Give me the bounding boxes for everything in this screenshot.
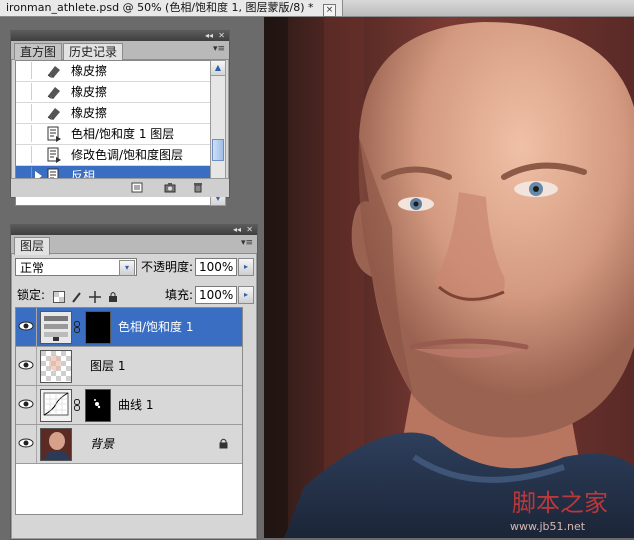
close-panel-icon[interactable]: ✕ <box>218 31 225 41</box>
mask-link-chain-icon[interactable] <box>73 321 81 333</box>
opacity-label: 不透明度: <box>141 260 194 274</box>
new-document-from-state-icon[interactable] <box>131 182 143 193</box>
blend-mode-select[interactable]: 正常 ▾ <box>15 258 137 276</box>
fill-slider-arrow-icon[interactable]: ▸ <box>238 286 254 304</box>
history-item[interactable]: 橡皮擦 <box>16 103 212 124</box>
history-item[interactable]: 修改色调/饱和度图层 <box>16 145 212 166</box>
lock-position-move-icon[interactable] <box>89 291 101 303</box>
eraser-icon <box>46 84 62 100</box>
layer-thumbnail[interactable] <box>40 350 72 383</box>
history-item[interactable]: 橡皮擦 <box>16 82 212 103</box>
tab-layers[interactable]: 图层 <box>14 237 51 255</box>
lock-image-brush-icon[interactable] <box>71 291 83 303</box>
layers-list: 色相/饱和度 1 图层 1 曲线 1 背景 <box>15 307 243 515</box>
history-snapshot-source-cell[interactable] <box>17 83 32 100</box>
svg-text:www.jb51.net: www.jb51.net <box>510 520 586 533</box>
close-panel-icon[interactable]: ✕ <box>246 225 253 235</box>
document-canvas[interactable]: 脚本之家 www.jb51.net <box>264 17 634 538</box>
visibility-eye-icon[interactable] <box>18 356 34 374</box>
history-item[interactable]: 色相/饱和度 1 图层 <box>16 124 212 145</box>
trash-icon[interactable] <box>192 182 204 193</box>
history-panel: ◂◂ ✕ 直方图 历史记录 ▾≡ 橡皮擦 橡皮擦 橡皮擦 色相/饱和度 1 图层 修改色… <box>10 30 230 206</box>
layer-thumbnail[interactable] <box>40 311 72 344</box>
layers-panel: ◂◂ ✕ 图层 ▾≡ 正常 ▾ 不透明度: 100% ▸ 锁定: 填充: 100… <box>10 224 258 540</box>
collapse-panel-icon[interactable]: ◂◂ <box>233 225 241 235</box>
panel-menu-icon[interactable]: ▾≡ <box>213 44 225 54</box>
history-item-label: 橡皮擦 <box>71 64 108 78</box>
snapshot-camera-icon[interactable] <box>164 182 176 193</box>
lock-transparent-icon[interactable] <box>53 291 65 303</box>
layer-name[interactable]: 曲线 1 <box>118 386 153 424</box>
history-footer <box>11 178 229 197</box>
svg-text:脚本之家: 脚本之家 <box>512 489 608 517</box>
scroll-thumb[interactable] <box>212 139 224 161</box>
lock-label: 锁定: <box>17 288 46 302</box>
layer-name[interactable]: 背景 <box>90 425 114 463</box>
chevron-down-icon[interactable]: ▾ <box>119 260 135 276</box>
visibility-eye-icon[interactable] <box>18 434 34 452</box>
layer-row[interactable]: 背景 <box>16 425 242 464</box>
history-item[interactable]: 橡皮擦 <box>16 61 212 82</box>
adjustment-history-icon <box>46 147 62 163</box>
history-panel-tabs: 直方图 历史记录 ▾≡ <box>11 41 229 61</box>
fill-input[interactable]: 100% <box>195 286 237 304</box>
layer-thumbnail[interactable] <box>40 389 72 422</box>
layer-row[interactable]: 色相/饱和度 1 <box>16 308 242 347</box>
layer-mask-thumbnail[interactable] <box>85 311 111 344</box>
lock-all-icon[interactable] <box>107 291 119 303</box>
visibility-eye-icon[interactable] <box>18 317 34 335</box>
opacity-input[interactable]: 100% <box>195 258 237 276</box>
layer-row-divider <box>36 347 37 385</box>
layer-name[interactable]: 色相/饱和度 1 <box>118 308 194 346</box>
history-item-label: 色相/饱和度 1 图层 <box>71 127 175 141</box>
mask-link-chain-icon[interactable] <box>73 399 81 411</box>
opacity-slider-arrow-icon[interactable]: ▸ <box>238 258 254 276</box>
portrait-photo: 脚本之家 www.jb51.net <box>264 17 634 538</box>
history-item-label: 橡皮擦 <box>71 85 108 99</box>
layer-lock-icon <box>219 438 228 449</box>
layer-name[interactable]: 图层 1 <box>90 347 125 385</box>
eraser-icon <box>46 63 62 79</box>
blend-mode-value: 正常 <box>20 261 45 275</box>
history-snapshot-source-cell[interactable] <box>17 104 32 121</box>
adjustment-history-icon <box>46 126 62 142</box>
history-item-label: 修改色调/饱和度图层 <box>71 148 184 162</box>
layer-thumbnail[interactable] <box>40 428 72 461</box>
scroll-up-icon[interactable]: ▲ <box>211 61 225 76</box>
visibility-eye-icon[interactable] <box>18 395 34 413</box>
layer-row[interactable]: 图层 1 <box>16 347 242 386</box>
eraser-icon <box>46 105 62 121</box>
layers-panel-titlebar[interactable]: ◂◂ ✕ <box>11 225 257 235</box>
close-document-icon[interactable]: × <box>323 4 337 17</box>
layer-row-divider <box>36 386 37 424</box>
layer-row-divider <box>36 308 37 346</box>
history-snapshot-source-cell[interactable] <box>17 146 32 163</box>
history-snapshot-source-cell[interactable] <box>17 125 32 142</box>
layer-mask-thumbnail[interactable] <box>85 389 111 422</box>
history-snapshot-source-cell[interactable] <box>17 62 32 79</box>
panel-menu-icon[interactable]: ▾≡ <box>241 238 253 248</box>
document-tab-bar: ironman_athlete.psd @ 50% (色相/饱和度 1, 图层蒙… <box>0 0 634 17</box>
layer-row[interactable]: 曲线 1 <box>16 386 242 425</box>
tab-history[interactable]: 历史记录 <box>63 43 124 61</box>
layers-panel-tabs: 图层 ▾≡ <box>11 235 257 255</box>
history-item-label: 橡皮擦 <box>71 106 108 120</box>
document-title: ironman_athlete.psd @ 50% (色相/饱和度 1, 图层蒙… <box>6 1 314 14</box>
layer-row-divider <box>36 425 37 463</box>
collapse-panel-icon[interactable]: ◂◂ <box>205 31 213 41</box>
fill-label: 填充: <box>165 288 194 302</box>
document-tab[interactable]: ironman_athlete.psd @ 50% (色相/饱和度 1, 图层蒙… <box>0 0 344 17</box>
tab-histogram[interactable]: 直方图 <box>14 43 63 60</box>
history-panel-titlebar[interactable]: ◂◂ ✕ <box>11 31 229 41</box>
